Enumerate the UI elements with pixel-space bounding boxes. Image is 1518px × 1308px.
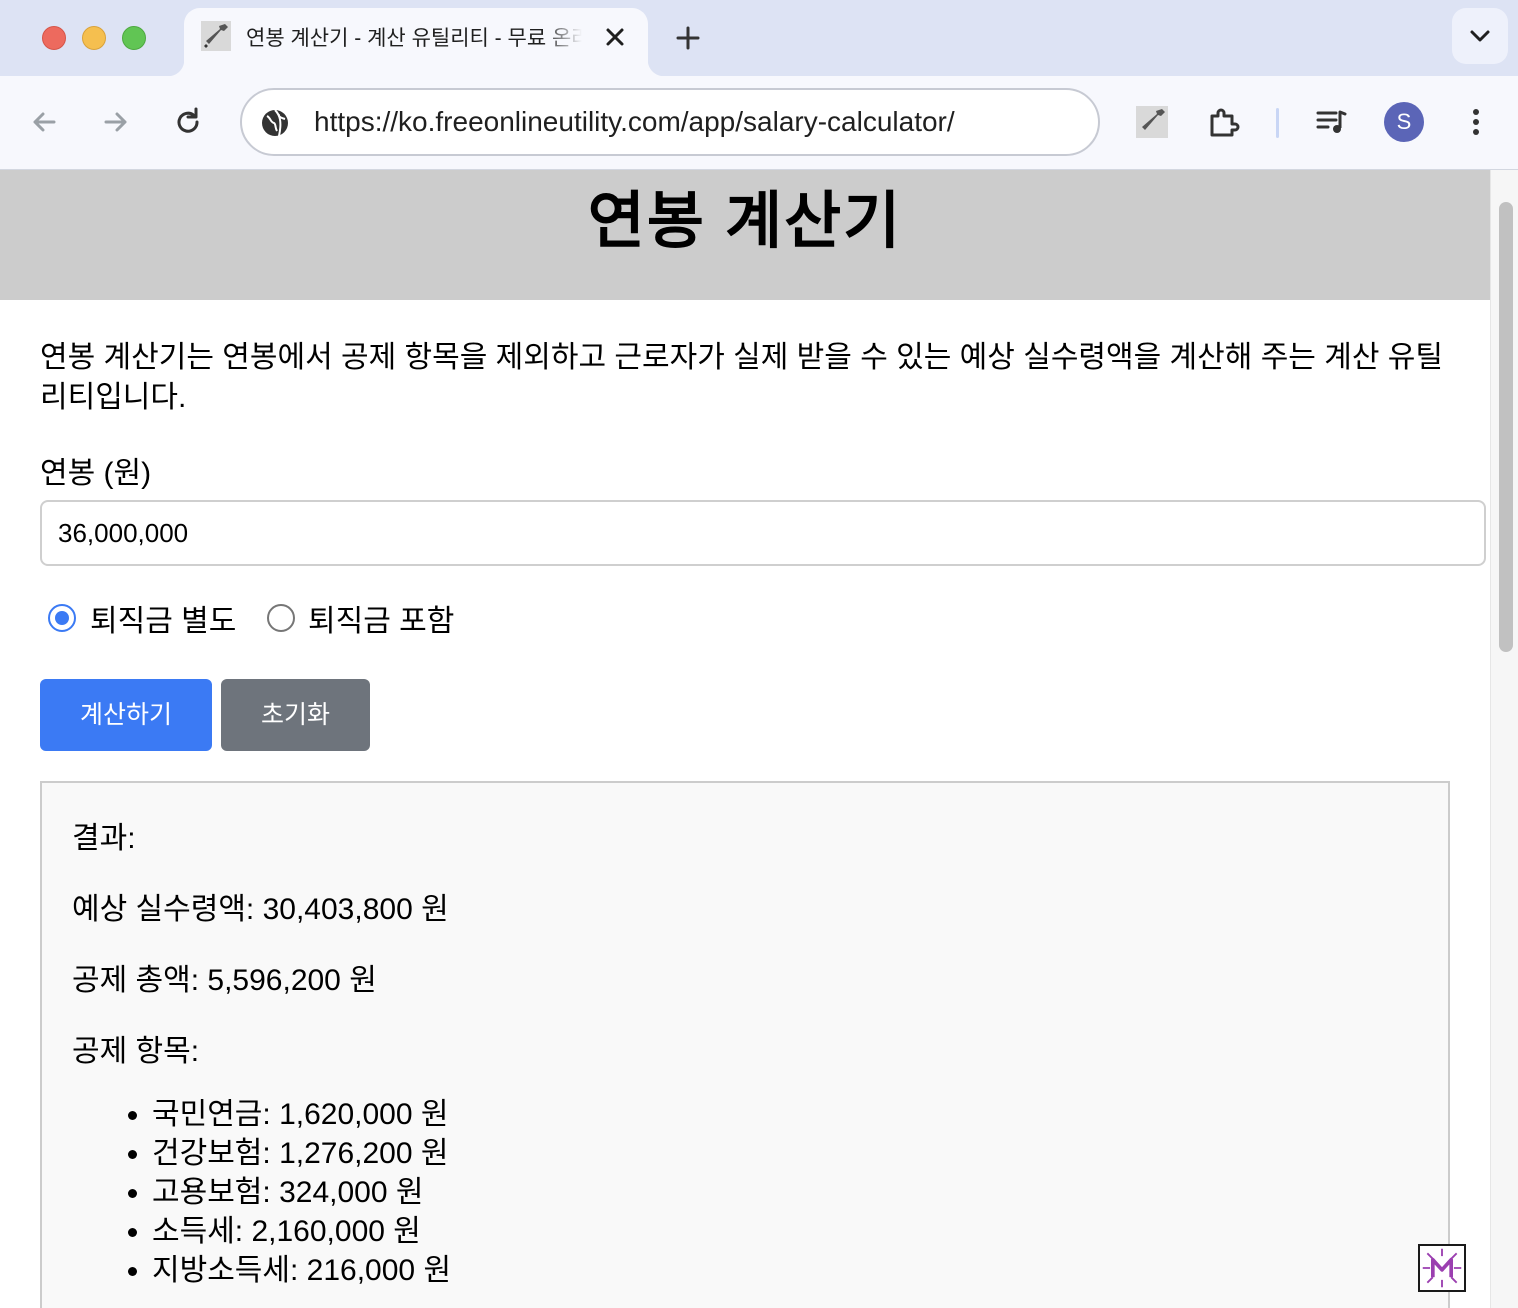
deduction-item-pension: 국민연금: 1,620,000 원 [152, 1095, 451, 1134]
deduction-item-income-tax: 소득세: 2,160,000 원 [152, 1212, 451, 1251]
maximize-window-button[interactable] [122, 26, 146, 50]
radio-label-separate[interactable]: 퇴직금 별도 [90, 596, 236, 640]
site-logo-icon[interactable] [1418, 1244, 1466, 1292]
page-viewport: 연봉 계산기 연봉 계산기는 연봉에서 공제 항목을 제외하고 근로자가 실제 … [0, 170, 1518, 1308]
total-deduction-text: 공제 총액: 5,596,200 원 [72, 964, 377, 997]
site-info-icon[interactable] [258, 106, 292, 140]
toolbar-divider [1276, 108, 1279, 138]
intro-text: 연봉 계산기는 연봉에서 공제 항목을 제외하고 근로자가 실제 받을 수 있는… [40, 341, 1443, 414]
radio-severance-separate[interactable] [48, 604, 76, 632]
back-arrow-icon[interactable] [26, 104, 62, 140]
tab-strip: 연봉 계산기 - 계산 유틸리티 - 무료 온라인 유틸리티 [0, 0, 1518, 76]
result-heading: 결과: [72, 822, 136, 855]
extensions-puzzle-icon[interactable] [1206, 104, 1242, 140]
more-menu-icon[interactable] [1458, 104, 1494, 140]
tab-search-button[interactable] [1452, 8, 1508, 64]
radio-severance-included[interactable] [267, 604, 295, 632]
minimize-window-button[interactable] [82, 26, 106, 50]
wrench-extension-icon[interactable] [1134, 104, 1170, 140]
profile-avatar[interactable]: S [1384, 102, 1424, 142]
tab-title: 연봉 계산기 - 계산 유틸리티 - 무료 온라인 유틸리티 [246, 22, 582, 52]
address-bar[interactable]: https://ko.freeonlineutility.com/app/sal… [240, 88, 1100, 156]
vertical-scrollbar[interactable] [1490, 170, 1518, 1308]
reset-button[interactable]: 초기화 [221, 679, 370, 751]
close-window-button[interactable] [42, 26, 66, 50]
url-text: https://ko.freeonlineutility.com/app/sal… [314, 106, 955, 137]
deductions-list: 국민연금: 1,620,000 원 건강보험: 1,276,200 원 고용보험… [152, 1095, 451, 1290]
radio-label-included[interactable]: 퇴직금 포함 [308, 596, 454, 640]
deduction-item-local-tax: 지방소득세: 216,000 원 [152, 1251, 451, 1290]
page-header: 연봉 계산기 [0, 170, 1490, 300]
salary-input[interactable] [40, 500, 1486, 566]
scrollbar-thumb[interactable] [1499, 202, 1513, 652]
deductions-heading: 공제 항목: [72, 1035, 200, 1068]
wrench-icon [201, 21, 231, 51]
plus-icon[interactable] [672, 22, 704, 54]
net-pay-text: 예상 실수령액: 30,403,800 원 [72, 893, 449, 926]
chevron-down-icon [1470, 30, 1490, 42]
browser-tab-active[interactable]: 연봉 계산기 - 계산 유틸리티 - 무료 온라인 유틸리티 [168, 8, 664, 76]
result-panel: 결과: 예상 실수령액: 30,403,800 원 공제 총액: 5,596,2… [40, 781, 1450, 1308]
reload-icon[interactable] [170, 104, 206, 140]
deduction-item-employment: 고용보험: 324,000 원 [152, 1173, 451, 1212]
close-icon[interactable] [600, 22, 630, 52]
deduction-item-health: 건강보험: 1,276,200 원 [152, 1134, 451, 1173]
forward-arrow-icon[interactable] [98, 104, 134, 140]
salary-label: 연봉 (원) [40, 457, 152, 490]
media-playlist-icon[interactable] [1314, 104, 1350, 140]
page-title: 연봉 계산기 [587, 187, 903, 256]
calculate-button[interactable]: 계산하기 [40, 679, 212, 751]
browser-toolbar: https://ko.freeonlineutility.com/app/sal… [0, 76, 1518, 170]
